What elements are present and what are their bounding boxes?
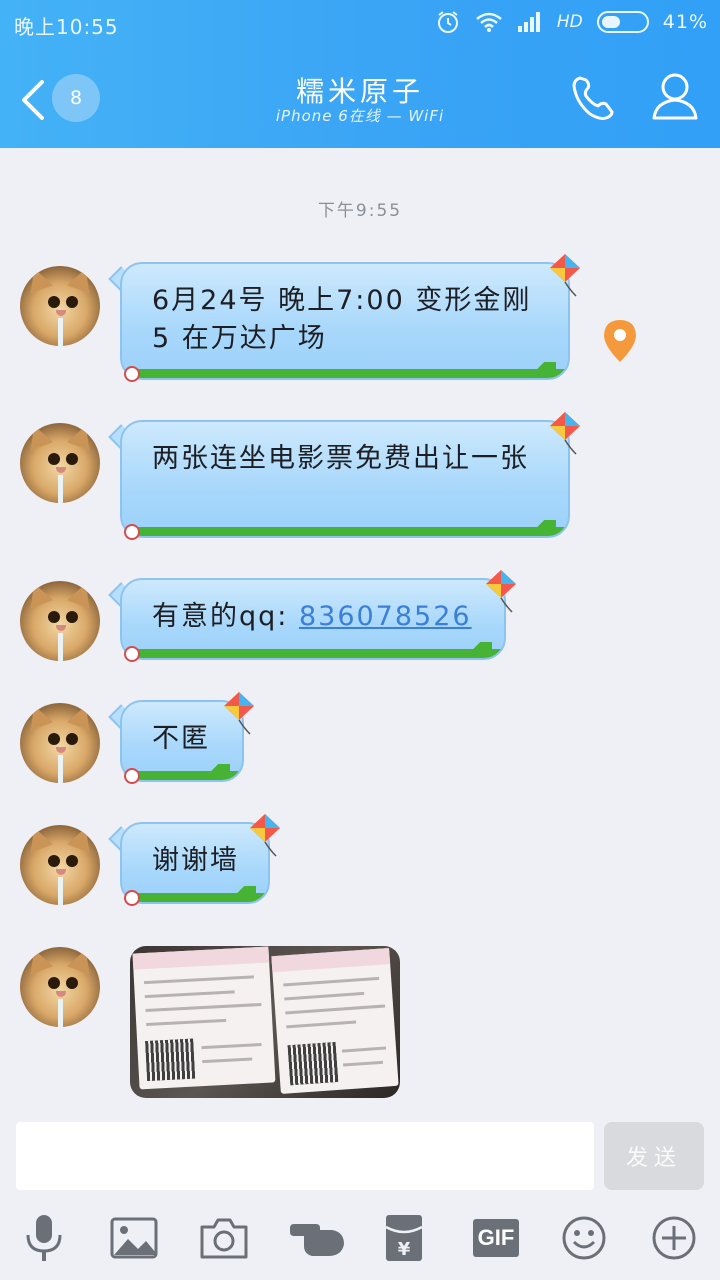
profile-icon[interactable]	[650, 70, 700, 122]
header-bar: 晚上10:55 HD 41% 8 糯米原子 iPhone 6在线 — WiFi	[0, 0, 720, 148]
bell-decoration-icon	[124, 646, 140, 662]
message-bubble[interactable]: 6月24号 晚上7:00 变形金刚5 在万达广场	[120, 262, 570, 380]
red-packet-icon[interactable]: ¥	[378, 1212, 430, 1264]
message-text: 谢谢墙	[152, 845, 239, 876]
status-indicators: HD 41%	[435, 9, 708, 35]
send-button[interactable]: 发送	[604, 1122, 704, 1190]
avatar[interactable]	[20, 423, 100, 503]
phone-call-icon[interactable]	[568, 72, 620, 124]
gif-icon[interactable]: GIF	[470, 1212, 522, 1264]
image-icon[interactable]	[108, 1212, 160, 1264]
avatar[interactable]	[20, 266, 100, 346]
avatar[interactable]	[20, 947, 100, 1027]
movie-ticket-image	[271, 948, 399, 1094]
status-time: 晚上10:55	[14, 15, 119, 39]
qq-number-link[interactable]: 836078526	[299, 601, 472, 632]
contact-name: 糯米原子	[295, 75, 424, 108]
message-bubble[interactable]: 两张连坐电影票免费出让一张	[120, 420, 570, 538]
avatar[interactable]	[20, 703, 100, 783]
wifi-icon	[476, 12, 502, 32]
red-packet-symbol: ¥	[398, 1239, 411, 1260]
message-text-prefix: 有意的qq:	[152, 601, 299, 632]
kite-icon	[486, 570, 516, 613]
kite-icon	[550, 254, 580, 297]
status-bar: 晚上10:55 HD 41%	[0, 0, 720, 46]
plus-icon[interactable]	[648, 1212, 700, 1264]
avatar[interactable]	[20, 825, 100, 905]
bell-decoration-icon	[124, 524, 140, 540]
message-text: 两张连坐电影票免费出让一张	[152, 443, 529, 474]
poke-icon[interactable]	[288, 1212, 346, 1264]
chat-timestamp: 下午9:55	[317, 201, 403, 221]
battery-icon	[596, 11, 649, 33]
movie-ticket-image	[132, 946, 276, 1090]
avatar[interactable]	[20, 581, 100, 661]
bell-decoration-icon	[124, 890, 140, 906]
gif-label: GIF	[473, 1219, 519, 1257]
microphone-icon[interactable]	[18, 1212, 70, 1264]
unread-badge[interactable]: 8	[52, 74, 100, 122]
signal-icon	[517, 12, 540, 32]
kite-icon	[550, 412, 580, 455]
message-text: 不匿	[152, 723, 210, 754]
ticket-photo[interactable]	[130, 946, 400, 1098]
camera-icon[interactable]	[198, 1212, 250, 1264]
message-text: 6月24号 晚上7:00 变形金刚5 在万达广场	[152, 285, 532, 354]
kite-icon	[250, 814, 280, 857]
bell-decoration-icon	[124, 768, 140, 784]
kite-icon	[224, 692, 254, 735]
battery-percent: 41%	[662, 11, 708, 33]
bell-decoration-icon	[124, 366, 140, 382]
emoji-icon[interactable]	[558, 1212, 610, 1264]
message-input[interactable]	[16, 1122, 594, 1190]
contact-status: iPhone 6在线 — WiFi	[275, 107, 445, 125]
network-type: HD	[556, 12, 583, 32]
alarm-icon	[437, 11, 458, 33]
location-pin-icon[interactable]	[601, 318, 639, 364]
message-bubble[interactable]: 有意的qq: 836078526	[120, 578, 506, 660]
